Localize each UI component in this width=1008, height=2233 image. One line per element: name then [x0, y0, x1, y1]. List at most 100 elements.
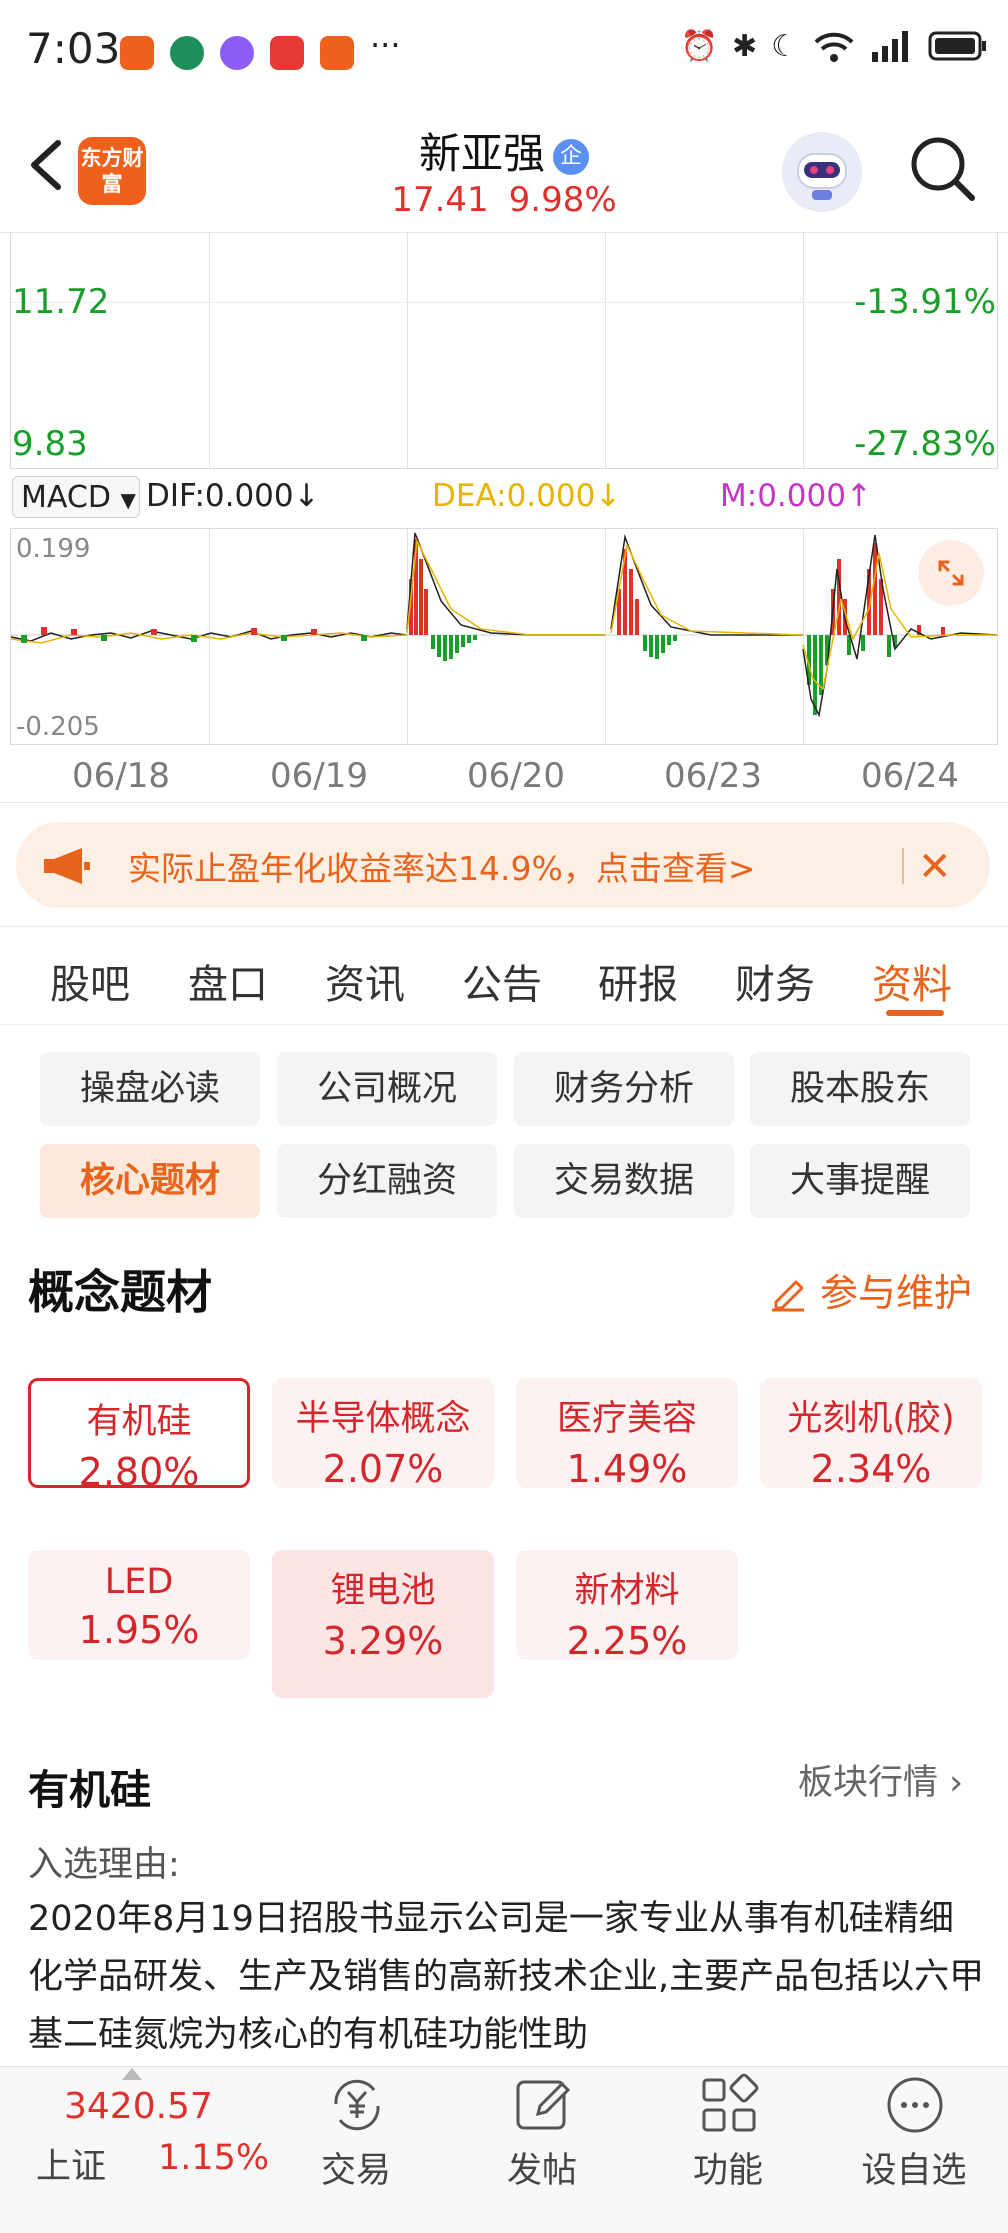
- stock-name: 新亚强: [418, 129, 545, 178]
- nav-post[interactable]: 发帖: [462, 2142, 622, 2193]
- chip-trading-data[interactable]: 交易数据: [514, 1144, 734, 1218]
- app-notification-icon: [270, 36, 304, 70]
- index-value[interactable]: 3420.57: [64, 2086, 213, 2127]
- date-label: 06/24: [861, 756, 959, 796]
- tab-research[interactable]: 研报: [598, 952, 678, 1010]
- robot-assistant-icon[interactable]: [782, 132, 862, 212]
- indicator-select[interactable]: MACD ▼: [12, 476, 140, 518]
- chip-financial-analysis[interactable]: 财务分析: [514, 1052, 734, 1126]
- reason-text: 2020年8月19日招股书显示公司是一家专业从事有机硅精细化学品研发、生产及销售…: [28, 1899, 985, 2055]
- concept-pct: 1.95%: [78, 1608, 200, 1652]
- concept-cell[interactable]: 锂电池 3.29%: [272, 1550, 494, 1698]
- concept-cell[interactable]: 新材料 2.25%: [516, 1550, 738, 1663]
- edit-pencil-icon[interactable]: [768, 1272, 808, 1312]
- pct-axis-low: -27.83%: [854, 424, 996, 464]
- app-notification-icon: [170, 36, 204, 70]
- grid-line: [605, 232, 606, 468]
- macd-chart[interactable]: [10, 528, 998, 745]
- grid-line: [209, 232, 210, 468]
- concept-cell[interactable]: LED 1.95%: [28, 1550, 250, 1660]
- concept-name: 新材料: [574, 1571, 680, 1611]
- post-icon[interactable]: [508, 2070, 578, 2140]
- price-axis-low: 9.83: [12, 424, 88, 464]
- promo-text[interactable]: 实际止盈年化收益率达14.9%，点击查看>: [128, 842, 755, 890]
- status-icons: ⏰ ✱ ☾: [681, 28, 988, 64]
- megaphone-icon: [44, 848, 90, 884]
- promo-divider: [902, 848, 904, 884]
- concept-pct: 2.80%: [78, 1450, 200, 1494]
- concept-name: 医疗美容: [556, 1399, 697, 1439]
- chip-shareholders[interactable]: 股本股东: [750, 1052, 970, 1126]
- nav-trade[interactable]: 交易: [276, 2142, 436, 2193]
- maintain-link[interactable]: 参与维护: [820, 1262, 972, 1317]
- more-notifications-icon: ···: [370, 26, 401, 64]
- chip-company-overview[interactable]: 公司概况: [277, 1052, 497, 1126]
- app-notification-icon: [320, 36, 354, 70]
- grid-line: [11, 302, 997, 303]
- macd-dif: DIF:0.000↓: [146, 478, 320, 514]
- concept-pct: 2.25%: [566, 1619, 688, 1663]
- macd-axis-top: 0.199: [16, 534, 91, 564]
- app-notification-icon: [220, 36, 254, 70]
- date-label: 06/18: [72, 756, 170, 796]
- concept-pct: 1.49%: [566, 1447, 688, 1491]
- wifi-icon: [814, 32, 854, 62]
- tab-guba[interactable]: 股吧: [50, 952, 130, 1010]
- date-label: 06/20: [467, 756, 565, 796]
- sector-quote-link[interactable]: 板块行情 ›: [798, 1754, 963, 1805]
- divider: [0, 802, 1008, 803]
- concept-pct: 2.07%: [322, 1447, 444, 1491]
- price-chart[interactable]: [10, 232, 998, 469]
- status-time: 7:03: [26, 24, 121, 73]
- date-label: 06/19: [270, 756, 368, 796]
- tab-finance[interactable]: 财务: [735, 952, 815, 1010]
- moon-icon: ☾: [771, 28, 798, 64]
- reason-label: 入选理由:: [28, 1845, 180, 1885]
- alarm-icon: ⏰: [680, 28, 718, 64]
- concept-cell[interactable]: 半导体概念 2.07%: [272, 1378, 494, 1491]
- concept-pct: 2.34%: [810, 1447, 932, 1491]
- concept-name: 有机硅: [86, 1402, 192, 1442]
- concept-cell[interactable]: 光刻机(胶) 2.34%: [760, 1378, 982, 1491]
- stock-change: 9.98%: [508, 180, 617, 220]
- signal-icon: [872, 31, 908, 62]
- concept-name: 光刻机(胶): [787, 1399, 955, 1439]
- stock-price: 17.41: [391, 180, 489, 220]
- tab-pankou[interactable]: 盘口: [188, 952, 268, 1010]
- chip-dividends[interactable]: 分红融资: [277, 1144, 497, 1218]
- concept-cell[interactable]: 医疗美容 1.49%: [516, 1378, 738, 1491]
- chevron-down-icon: ▼: [120, 488, 136, 512]
- tab-profile[interactable]: 资料: [872, 952, 952, 1010]
- tab-announcements[interactable]: 公告: [462, 952, 542, 1010]
- trade-icon[interactable]: [322, 2070, 392, 2140]
- functions-icon[interactable]: [694, 2070, 764, 2140]
- concept-name: LED: [104, 1562, 174, 1602]
- chip-trading-guide[interactable]: 操盘必读: [40, 1052, 260, 1126]
- expand-icon[interactable]: [918, 540, 984, 606]
- index-change[interactable]: 1.15%: [158, 2138, 269, 2178]
- search-icon[interactable]: [908, 134, 978, 204]
- chip-core-themes[interactable]: 核心题材: [40, 1144, 260, 1218]
- macd-m: M:0.000↑: [720, 478, 872, 514]
- active-tab-indicator: [886, 1010, 944, 1016]
- add-watchlist-icon[interactable]: [880, 2070, 950, 2140]
- price-axis-high: 11.72: [12, 282, 110, 322]
- chip-events[interactable]: 大事提醒: [750, 1144, 970, 1218]
- index-name[interactable]: 上证: [36, 2138, 106, 2189]
- nav-functions[interactable]: 功能: [648, 2142, 808, 2193]
- app-notification-icon: [120, 36, 154, 70]
- divider: [0, 1024, 1008, 1025]
- macd-axis-bottom: -0.205: [16, 712, 100, 742]
- tab-news[interactable]: 资讯: [325, 952, 405, 1010]
- battery-icon: [928, 31, 986, 61]
- concept-name: 锂电池: [330, 1571, 436, 1611]
- macd-plot: [11, 532, 997, 718]
- triangle-up-icon: [122, 2068, 142, 2080]
- concept-pct: 3.29%: [322, 1619, 444, 1663]
- pct-axis-high: -13.91%: [854, 282, 996, 322]
- concept-cell[interactable]: 有机硅 2.80%: [28, 1378, 250, 1494]
- close-icon[interactable]: ✕: [918, 844, 952, 890]
- nav-watchlist[interactable]: 设自选: [834, 2142, 994, 2193]
- concept-name: 半导体概念: [295, 1399, 471, 1439]
- indicator-select-label: MACD: [21, 480, 111, 515]
